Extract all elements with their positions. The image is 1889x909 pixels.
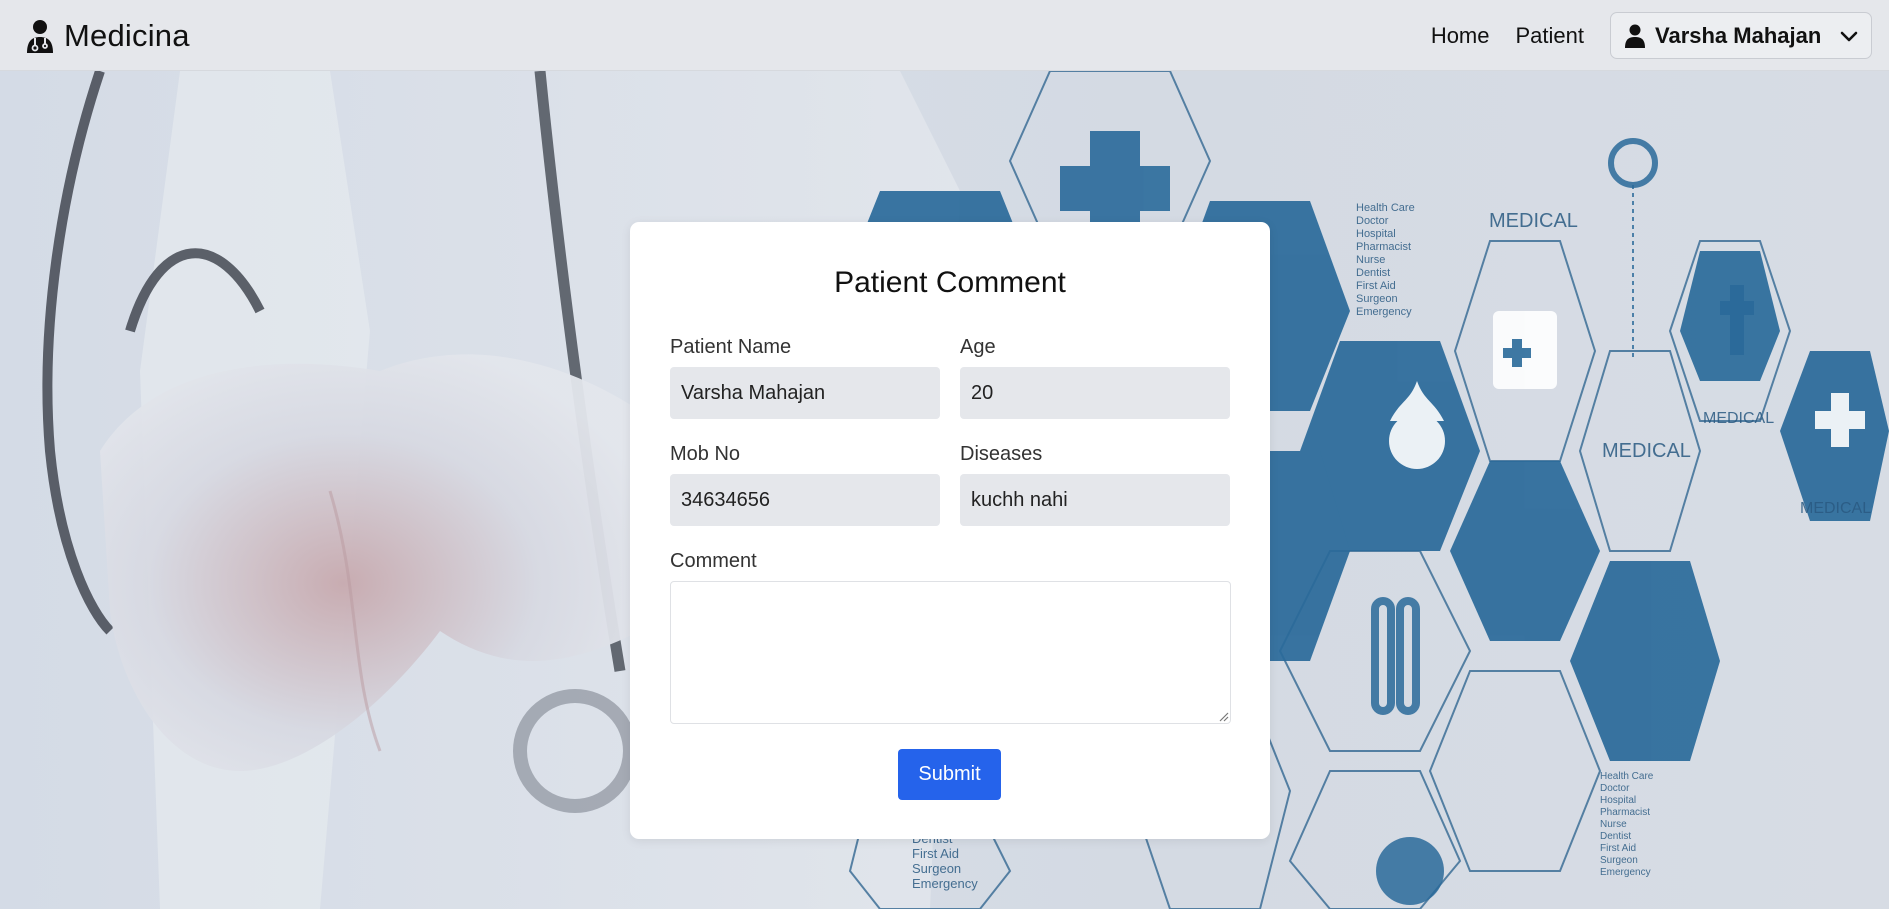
svg-text:Emergency: Emergency: [1600, 867, 1651, 878]
brand-link[interactable]: Medicina: [26, 18, 190, 54]
comment-textarea[interactable]: [670, 581, 1231, 724]
svg-text:Surgeon: Surgeon: [1356, 293, 1398, 305]
nav-links: Home Patient Varsha Mahajan: [1431, 0, 1889, 71]
svg-text:Hospital: Hospital: [1600, 795, 1636, 806]
nav-link-patient[interactable]: Patient: [1516, 23, 1585, 49]
user-icon: [1625, 24, 1645, 48]
doctor-icon: [27, 20, 53, 53]
resize-grip-icon[interactable]: [1217, 710, 1229, 722]
svg-text:First Aid: First Aid: [1600, 843, 1636, 854]
page-title: Patient Comment: [834, 266, 1066, 299]
patient-comment-card: Patient Comment Patient Name Age Mob No …: [630, 222, 1270, 839]
comment-label: Comment: [670, 550, 757, 572]
svg-text:Nurse: Nurse: [1600, 819, 1627, 830]
top-navbar: Medicina Home Patient Varsha Mahajan: [0, 0, 1889, 71]
svg-text:Pharmacist: Pharmacist: [1600, 807, 1650, 818]
user-name: Varsha Mahajan: [1655, 22, 1822, 48]
diseases-label: Diseases: [960, 443, 1043, 465]
svg-text:Dentist: Dentist: [1356, 267, 1390, 279]
patient-name-label: Patient Name: [670, 336, 792, 358]
svg-text:Nurse: Nurse: [1356, 254, 1385, 266]
age-label: Age: [960, 336, 996, 358]
svg-text:Emergency: Emergency: [912, 876, 978, 891]
svg-text:MEDICAL: MEDICAL: [1489, 210, 1578, 232]
mob-no-input[interactable]: [670, 474, 940, 526]
brand-name: Medicina: [64, 18, 190, 53]
svg-text:Surgeon: Surgeon: [912, 861, 961, 876]
nav-link-home[interactable]: Home: [1431, 23, 1490, 49]
chevron-down-icon: [1841, 31, 1858, 41]
svg-text:MEDICAL: MEDICAL: [1602, 440, 1691, 462]
svg-text:First Aid: First Aid: [912, 846, 959, 861]
svg-text:Hospital: Hospital: [1356, 228, 1396, 240]
svg-text:Doctor: Doctor: [1600, 783, 1630, 794]
age-input[interactable]: [960, 367, 1230, 419]
mob-no-label: Mob No: [670, 443, 741, 465]
svg-text:MEDICAL: MEDICAL: [1703, 410, 1774, 427]
svg-text:Emergency: Emergency: [1356, 306, 1412, 318]
svg-text:First Aid: First Aid: [1356, 280, 1396, 292]
user-menu-button[interactable]: Varsha Mahajan: [1610, 12, 1872, 59]
svg-text:Doctor: Doctor: [1356, 215, 1389, 227]
diseases-input[interactable]: [960, 474, 1230, 526]
svg-text:Surgeon: Surgeon: [1600, 855, 1638, 866]
svg-text:MEDICAL: MEDICAL: [1800, 500, 1871, 517]
svg-text:Health Care: Health Care: [1600, 771, 1654, 782]
patient-name-input[interactable]: [670, 367, 940, 419]
svg-text:Dentist: Dentist: [1600, 831, 1631, 842]
submit-button[interactable]: Submit: [898, 749, 1001, 800]
svg-text:Pharmacist: Pharmacist: [1356, 241, 1411, 253]
svg-text:Health Care: Health Care: [1356, 202, 1415, 214]
